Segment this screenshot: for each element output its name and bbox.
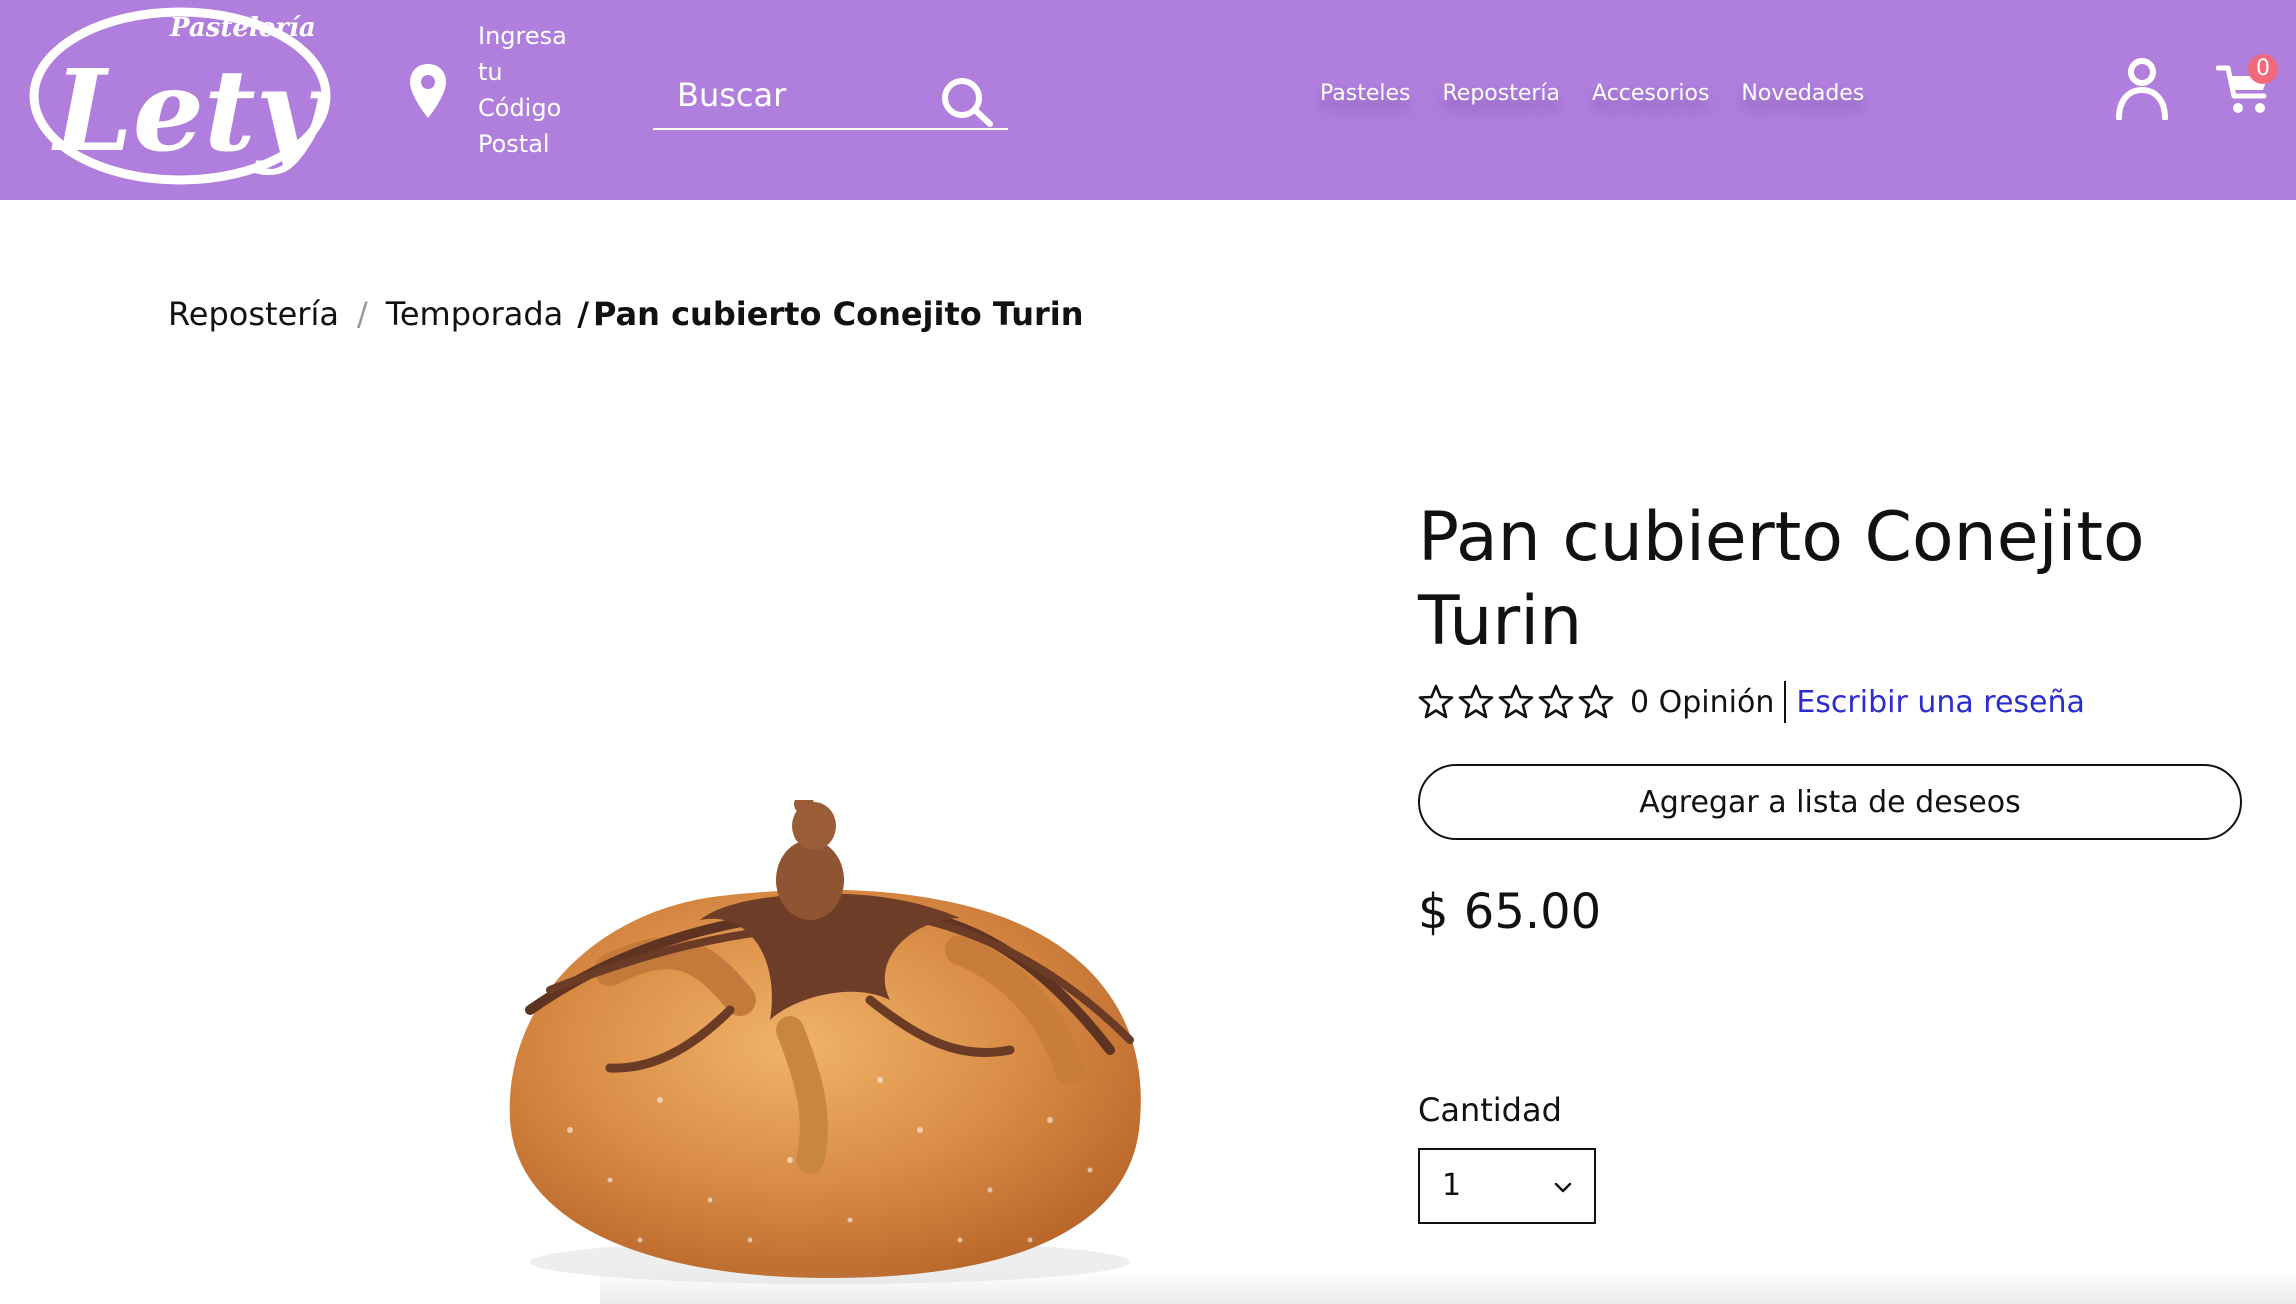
postal-line: Ingresa bbox=[478, 22, 567, 50]
add-to-wishlist-button[interactable]: Agregar a lista de deseos bbox=[1418, 764, 2242, 840]
cart-count-badge: 0 bbox=[2248, 54, 2278, 84]
page-bottom-shadow bbox=[600, 1270, 2296, 1304]
star-icon bbox=[1498, 684, 1534, 720]
breadcrumb-temporada[interactable]: Temporada bbox=[386, 295, 564, 333]
brand-logo[interactable]: Pastelería Lety bbox=[28, 0, 338, 186]
product-title: Pan cubierto Conejito Turin bbox=[1418, 498, 2145, 661]
site-header: Pastelería Lety Ingresa tu Código Postal… bbox=[0, 0, 2296, 200]
divider bbox=[1784, 681, 1787, 723]
quantity-value: 1 bbox=[1442, 1168, 1462, 1203]
star-icon bbox=[1538, 684, 1574, 720]
nav-pasteles[interactable]: Pasteles bbox=[1320, 78, 1411, 114]
search-input[interactable] bbox=[677, 70, 927, 120]
nav-novedades[interactable]: Novedades bbox=[1741, 78, 1864, 114]
postal-code-prompt[interactable]: Ingresa tu Código Postal bbox=[478, 18, 588, 162]
quantity-select[interactable]: 1 bbox=[1418, 1148, 1596, 1224]
nav-reposteria[interactable]: Repostería bbox=[1443, 78, 1561, 114]
logo-top-text: Pastelería bbox=[169, 13, 316, 43]
postal-line: Postal bbox=[478, 130, 550, 158]
star-icon bbox=[1578, 684, 1614, 720]
breadcrumb: Repostería / Temporada / Pan cubierto Coneji… bbox=[168, 292, 1084, 336]
star-rating[interactable] bbox=[1418, 684, 1614, 720]
product-image[interactable] bbox=[490, 800, 1170, 1304]
cart-button[interactable]: 0 bbox=[2216, 54, 2278, 120]
star-icon bbox=[1418, 684, 1454, 720]
breadcrumb-current: Pan cubierto Conejito Turin bbox=[592, 295, 1084, 333]
breadcrumb-separator: / bbox=[577, 295, 589, 333]
logo-image: Pastelería Lety bbox=[29, 7, 331, 185]
write-review-link[interactable]: Escribir una reseña bbox=[1796, 685, 2085, 720]
star-icon bbox=[1458, 684, 1494, 720]
breadcrumb-separator: / bbox=[356, 295, 368, 333]
breadcrumb-reposteria[interactable]: Repostería bbox=[168, 295, 339, 333]
search-icon[interactable] bbox=[938, 74, 998, 128]
product-price: $ 65.00 bbox=[1418, 884, 1602, 940]
logo-main-text: Lety bbox=[51, 46, 328, 177]
user-icon[interactable] bbox=[2114, 58, 2170, 120]
postal-line: Código bbox=[478, 94, 562, 122]
chevron-down-icon bbox=[1552, 1176, 1574, 1198]
nav-accesorios[interactable]: Accesorios bbox=[1592, 78, 1709, 114]
main-nav: Pasteles Repostería Accesorios Novedades bbox=[1320, 78, 1896, 114]
postal-line: tu bbox=[478, 58, 503, 86]
quantity-label: Cantidad bbox=[1418, 1091, 1562, 1129]
opinion-count: 0 Opinión bbox=[1630, 684, 1775, 720]
search-bar bbox=[653, 66, 1008, 130]
location-pin-icon[interactable] bbox=[408, 62, 448, 120]
rating-row: 0 Opinión Escribir una reseña bbox=[1418, 678, 2085, 726]
